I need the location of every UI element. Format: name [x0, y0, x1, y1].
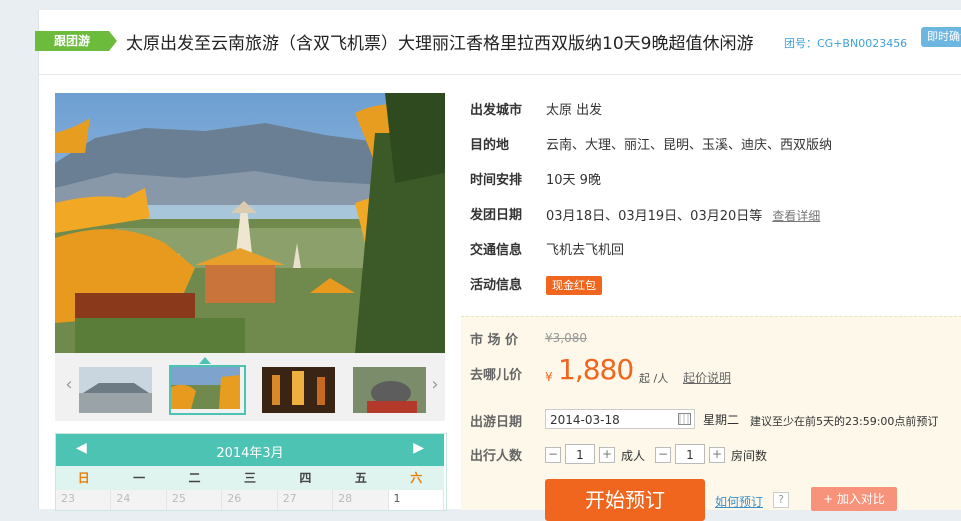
- main-photo[interactable]: [55, 93, 445, 353]
- market-price-label: 市 场 价: [470, 333, 519, 348]
- thumbnail-elephant[interactable]: [351, 365, 428, 415]
- travel-date-label: 出游日期: [470, 415, 523, 430]
- market-price-value: ¥3,080: [545, 331, 587, 345]
- rooms-minus-button[interactable]: −: [655, 447, 671, 463]
- duration-value: 10天 9晚: [546, 173, 601, 188]
- price-value: 1,880: [558, 353, 634, 386]
- departure-label: 出发城市: [470, 103, 523, 118]
- help-icon[interactable]: ?: [773, 492, 789, 508]
- calendar-month-title: 2014年3月: [216, 446, 284, 461]
- dates-value: 03月18日、03月19日、03月20日等: [546, 209, 763, 224]
- add-to-compare-button[interactable]: + 加入对比: [811, 487, 897, 511]
- thumbnail-night-street[interactable]: [260, 365, 337, 415]
- calendar-day[interactable]: 1: [388, 490, 444, 510]
- price-unit: 起 /人: [639, 372, 669, 385]
- cash-bonus-badge: 现金红包: [546, 276, 602, 295]
- currency-symbol: ¥: [545, 370, 553, 384]
- calendar-day: 26: [222, 490, 278, 510]
- transport-value: 飞机去飞机回: [546, 243, 625, 258]
- thumbnail-strip: ‹ ›: [55, 353, 445, 421]
- selected-pointer: [199, 357, 211, 364]
- calendar-day: 27: [277, 490, 334, 510]
- promo-wrap: 现金红包: [546, 276, 602, 296]
- destination-label: 目的地: [470, 138, 510, 153]
- travel-date-input[interactable]: 2014-03-18: [545, 409, 695, 429]
- night-street-thumbnail-image: [262, 367, 335, 413]
- instant-confirm-badge: 即时确认: [921, 27, 961, 47]
- start-booking-button[interactable]: 开始预订: [545, 479, 705, 521]
- booking-advice: 建议至少在前5天的23:59:00点前预订: [750, 415, 939, 428]
- weekday-label: 五: [354, 471, 367, 485]
- calendar-next-month[interactable]: ▶: [413, 440, 424, 456]
- elephant-thumbnail-image: [353, 367, 426, 413]
- thumb-prev-button[interactable]: ‹: [61, 375, 77, 395]
- adults-minus-button[interactable]: −: [545, 447, 561, 463]
- rooms-plus-button[interactable]: +: [709, 447, 725, 463]
- calendar-day: 23: [56, 490, 112, 510]
- rooms-count-input[interactable]: 1: [675, 444, 705, 464]
- weekday-label: 四: [299, 471, 312, 485]
- thumb-next-button[interactable]: ›: [427, 375, 443, 395]
- transport-label: 交通信息: [470, 243, 523, 258]
- destination-value: 云南、大理、丽江、昆明、玉溪、迪庆、西双版纳: [546, 138, 833, 153]
- tour-type-tag: 跟团游: [35, 31, 117, 51]
- thumbnail-airport[interactable]: [77, 365, 154, 415]
- adults-count-input[interactable]: 1: [565, 444, 595, 464]
- dates-label: 发团日期: [470, 208, 523, 223]
- weekday-label: 六: [410, 471, 423, 485]
- calendar-header: ◀ 2014年3月 ▶: [56, 434, 444, 466]
- price-explain-link[interactable]: 起价说明: [683, 369, 731, 386]
- thumbnail-pagoda[interactable]: [169, 365, 246, 415]
- page: 跟团游 太原出发至云南旅游（含双飞机票）大理丽江香格里拉西双版纳10天9晚超值休…: [35, 10, 961, 521]
- qunar-price-label: 去哪儿价: [470, 368, 523, 383]
- calendar-icon[interactable]: [678, 413, 691, 425]
- calendar-days-row: 23 24 25 26 27 28 1: [56, 490, 444, 510]
- pagoda-thumbnail-image: [171, 367, 240, 409]
- promo-label: 活动信息: [470, 278, 523, 293]
- price-booking-box: 市 场 价 ¥3,080 去哪儿价 ¥ 1,880 起 /人 起价说明 出游日期…: [461, 316, 961, 521]
- how-to-book-link[interactable]: 如何预订: [715, 493, 763, 510]
- adults-label: 成人: [621, 449, 646, 463]
- page-title: 太原出发至云南旅游（含双飞机票）大理丽江香格里拉西双版纳10天9晚超值休闲游: [126, 34, 754, 54]
- departure-value: 太原 出发: [546, 103, 603, 118]
- header: 跟团游 太原出发至云南旅游（含双飞机票）大理丽江香格里拉西双版纳10天9晚超值休…: [35, 10, 961, 75]
- calendar-day: 24: [111, 490, 167, 510]
- temple-landscape-image: [55, 93, 445, 353]
- dates-value-wrap: 03月18日、03月19日、03月20日等 查看详细: [546, 206, 820, 227]
- calendar-weekdays: 日 一 二 三 四 五 六: [56, 466, 444, 490]
- airport-thumbnail-image: [79, 367, 152, 413]
- duration-label: 时间安排: [470, 173, 523, 188]
- calendar-day: 28: [333, 490, 389, 510]
- weekday-label: 日: [77, 471, 90, 485]
- weekday-label: 一: [133, 471, 146, 485]
- rooms-label: 房间数: [731, 449, 768, 463]
- view-details-link[interactable]: 查看详细: [772, 209, 820, 223]
- weekday-label: 二: [188, 471, 201, 485]
- weekday-label: 三: [243, 471, 256, 485]
- travel-date-value: 2014-03-18: [550, 413, 620, 427]
- departure-calendar: ◀ 2014年3月 ▶ 日 一 二 三 四 五 六 23 24 25 26 27…: [55, 433, 447, 511]
- calendar-day: 25: [166, 490, 223, 510]
- travel-weekday: 星期二: [703, 413, 740, 427]
- group-number: 团号：CG+BN0023456: [784, 37, 908, 50]
- adults-plus-button[interactable]: +: [599, 447, 615, 463]
- travelers-label: 出行人数: [470, 449, 523, 464]
